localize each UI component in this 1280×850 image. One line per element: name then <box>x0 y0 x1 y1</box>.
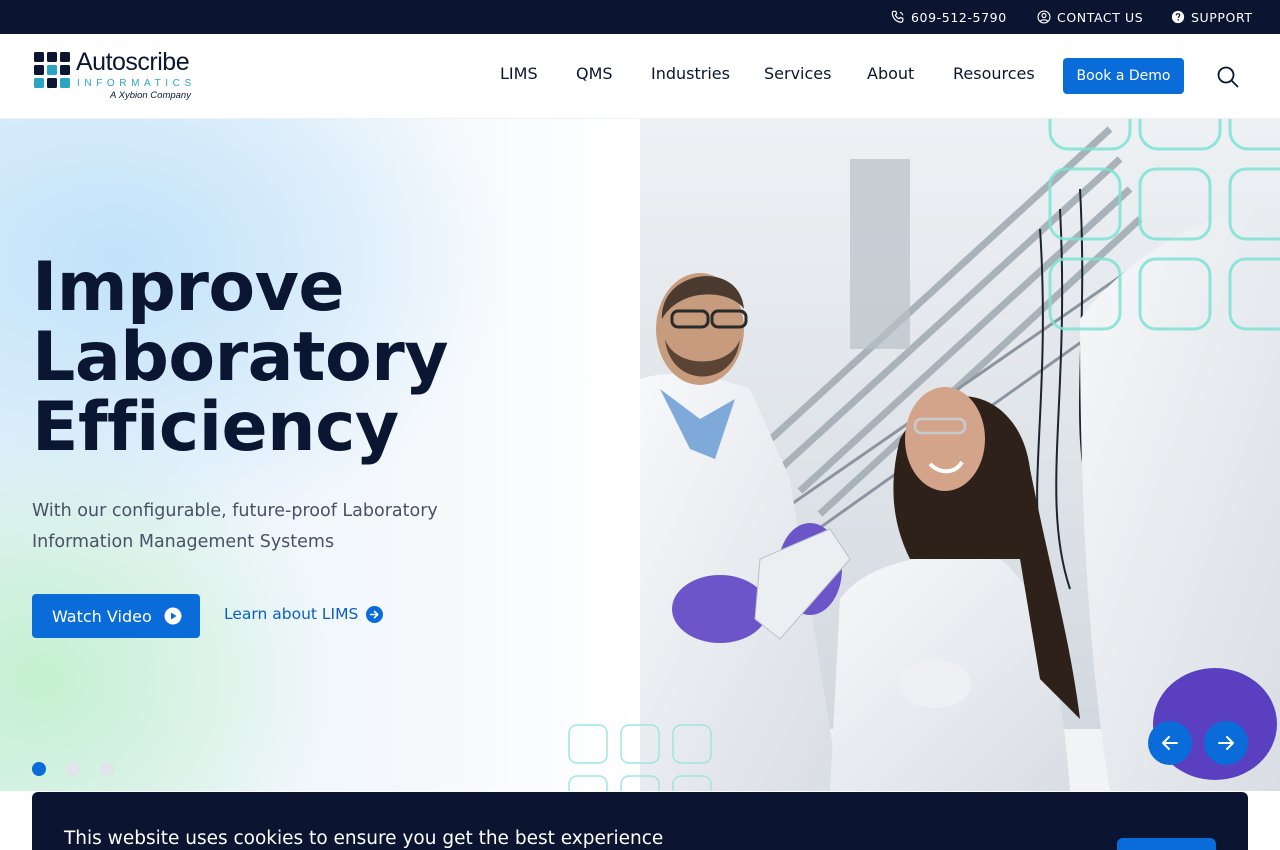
search-icon[interactable] <box>1216 65 1240 89</box>
learn-link-label: Learn about LIMS <box>224 605 359 623</box>
watch-video-label: Watch Video <box>52 606 152 626</box>
nav-item-lims[interactable]: LIMS <box>500 64 538 83</box>
utility-bar: 609-512-5790 CONTACT US SUPPORT <box>0 0 1280 34</box>
nav-item-resources[interactable]: Resources <box>953 64 1035 83</box>
support-label: SUPPORT <box>1191 9 1253 25</box>
arrow-circle-right-icon <box>366 605 384 623</box>
arrow-right-icon <box>1218 736 1234 750</box>
cookie-accept-button[interactable] <box>1117 838 1216 850</box>
logo-subtitle: INFORMATICS <box>77 78 196 89</box>
phone-number: 609-512-5790 <box>911 9 1007 25</box>
nav-item-services[interactable]: Services <box>764 64 831 83</box>
hero-title-line: Improve <box>32 248 345 327</box>
logo-mark-icon <box>34 52 70 88</box>
nav-item-qms[interactable]: QMS <box>576 64 613 83</box>
hero-section: Improve Laboratory Efficiency With our c… <box>0 119 1280 791</box>
lab-scientists-image <box>640 119 1280 791</box>
hero-title-line: Laboratory <box>32 318 449 397</box>
hero-title: Improve Laboratory Efficiency <box>32 253 592 463</box>
support-link[interactable]: SUPPORT <box>1171 0 1253 34</box>
user-circle-icon <box>1037 10 1051 24</box>
question-circle-icon <box>1171 10 1185 24</box>
decorative-squares <box>568 724 712 791</box>
hero-title-line: Efficiency <box>32 388 399 467</box>
play-circle-icon <box>164 607 182 625</box>
slider-dot-1[interactable] <box>32 762 46 776</box>
slider-dot-2[interactable] <box>66 762 80 776</box>
nav-item-industries[interactable]: Industries <box>651 64 730 83</box>
phone-link[interactable]: 609-512-5790 <box>891 0 1007 34</box>
slider-dots <box>32 762 114 776</box>
contact-us-link[interactable]: CONTACT US <box>1037 0 1143 34</box>
nav-item-about[interactable]: About <box>867 64 914 83</box>
learn-about-lims-link[interactable]: Learn about LIMS <box>224 605 384 623</box>
watch-video-button[interactable]: Watch Video <box>32 594 200 638</box>
arrow-left-icon <box>1162 736 1178 750</box>
site-header: Autoscribe INFORMATICS A Xybion Company … <box>0 34 1280 119</box>
hero-image <box>640 119 1280 791</box>
hero-content: Improve Laboratory Efficiency With our c… <box>0 119 640 791</box>
logo-tagline: A Xybion Company <box>110 90 191 101</box>
phone-icon <box>891 10 904 23</box>
logo-name: Autoscribe <box>76 48 190 76</box>
slider-next-button[interactable] <box>1204 721 1248 765</box>
contact-us-label: CONTACT US <box>1057 9 1144 25</box>
logo[interactable]: Autoscribe INFORMATICS A Xybion Company <box>34 48 214 104</box>
slider-prev-button[interactable] <box>1148 721 1192 765</box>
book-demo-button[interactable]: Book a Demo <box>1063 58 1184 94</box>
cookie-message: This website uses cookies to ensure you … <box>64 828 664 849</box>
cookie-banner: This website uses cookies to ensure you … <box>32 792 1248 850</box>
hero-subtitle: With our configurable, future-proof Labo… <box>32 501 438 552</box>
slider-dot-3[interactable] <box>100 762 114 776</box>
